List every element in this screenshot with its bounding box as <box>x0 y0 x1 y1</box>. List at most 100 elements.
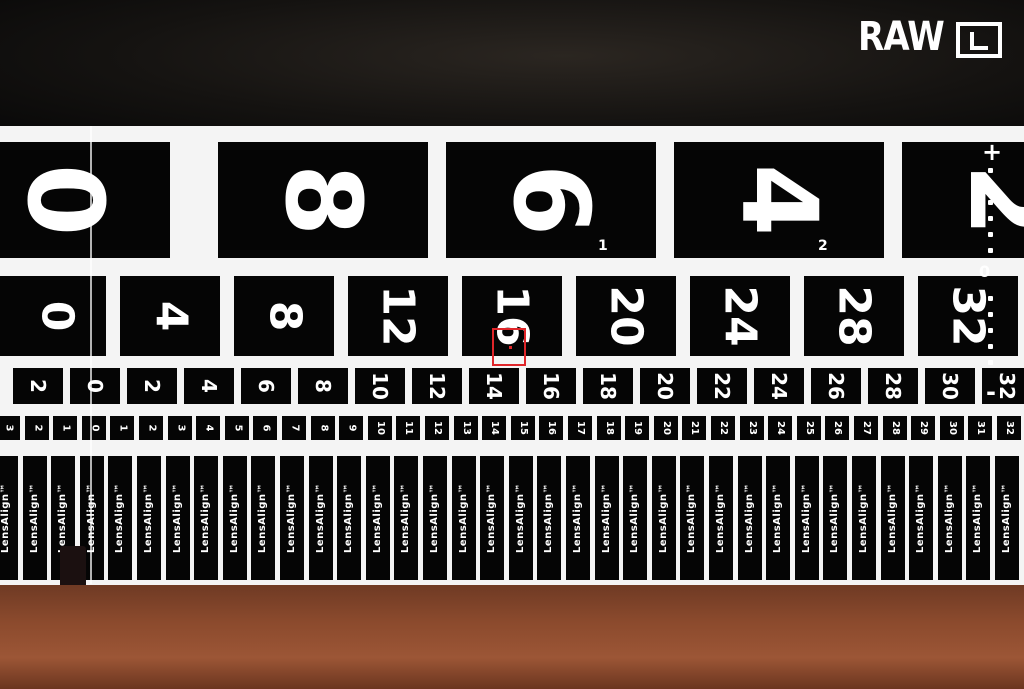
brand-strip-1: LensAlign™ <box>23 456 47 580</box>
large-mark-0: 0 <box>0 142 170 258</box>
fine-mark-16: 13 <box>454 416 478 440</box>
small-mark-11-label: 20 <box>653 372 677 400</box>
fine-mark-16-label: 13 <box>460 421 472 435</box>
fine-mark-10: 7 <box>282 416 306 440</box>
fine-mark-31-label: 28 <box>889 421 901 435</box>
fine-mark-35: 32 <box>997 416 1021 440</box>
fine-mark-30: 27 <box>854 416 878 440</box>
large-mark-0-label: 0 <box>4 163 126 237</box>
brand-strip-19-label: LensAlign™ <box>543 482 555 554</box>
small-mark-1-label: 0 <box>82 379 107 393</box>
medium-mark-6-label: 24 <box>714 285 766 347</box>
fine-mark-9-label: 6 <box>260 424 271 432</box>
brand-strip-33: LensAlign™ <box>938 456 962 580</box>
large-mark-3: 4 <box>674 142 884 258</box>
small-mark-9: 16 <box>526 368 576 404</box>
brand-strip-9: LensAlign™ <box>251 456 275 580</box>
brand-strip-9-label: LensAlign™ <box>257 482 269 554</box>
small-mark-14: 26 <box>811 368 861 404</box>
brand-strip-24: LensAlign™ <box>680 456 704 580</box>
brand-strip-34-label: LensAlign™ <box>972 482 984 554</box>
medium-mark-1: 4 <box>120 276 220 356</box>
exposure-scale-dot <box>988 248 993 253</box>
small-mark-16: 30 <box>925 368 975 404</box>
small-mark-11: 20 <box>640 368 690 404</box>
large-mark-2: 6 <box>446 142 656 258</box>
fine-mark-18-label: 15 <box>517 421 529 435</box>
medium-mark-2: 8 <box>234 276 334 356</box>
exposure-scale-dot <box>988 296 993 301</box>
brand-strip-12: LensAlign™ <box>337 456 361 580</box>
small-mark-8: 14 <box>469 368 519 404</box>
fine-mark-7-label: 4 <box>203 424 214 432</box>
small-mark-9-label: 16 <box>539 372 563 400</box>
brand-strip-8: LensAlign™ <box>223 456 247 580</box>
table-surface <box>0 585 1024 689</box>
medium-mark-0-label: 0 <box>31 300 82 332</box>
fine-mark-8-label: 5 <box>232 424 243 432</box>
brand-strip-34: LensAlign™ <box>966 456 990 580</box>
fine-mark-29: 26 <box>825 416 849 440</box>
brand-strip-13-label: LensAlign™ <box>372 482 384 554</box>
brand-strip-17: LensAlign™ <box>480 456 504 580</box>
small-mark-1: 0 <box>70 368 120 404</box>
fine-mark-7: 4 <box>196 416 220 440</box>
medium-mark-7-label: 28 <box>828 285 880 347</box>
large-mark-1-label: 8 <box>262 163 384 237</box>
small-mark-10: 18 <box>583 368 633 404</box>
brand-strip-28-label: LensAlign™ <box>801 482 813 554</box>
fine-mark-11: 8 <box>311 416 335 440</box>
small-mark-6: 10 <box>355 368 405 404</box>
small-mark-4-label: 6 <box>253 379 278 393</box>
brand-strip-35: LensAlign™ <box>995 456 1019 580</box>
exposure-scale-dot <box>988 344 993 349</box>
fine-mark-32: 29 <box>911 416 935 440</box>
brand-strip-31: LensAlign™ <box>881 456 905 580</box>
small-mark-3: 4 <box>184 368 234 404</box>
brand-strip-12-label: LensAlign™ <box>343 482 355 554</box>
brand-strip-5: LensAlign™ <box>137 456 161 580</box>
fine-mark-26: 23 <box>740 416 764 440</box>
fine-mark-1-label: 2 <box>32 424 43 432</box>
medium-mark-3: 12 <box>348 276 448 356</box>
brand-strip-14: LensAlign™ <box>394 456 418 580</box>
small-mark-6-label: 10 <box>368 372 392 400</box>
fine-mark-6: 3 <box>168 416 192 440</box>
fine-mark-28: 25 <box>797 416 821 440</box>
small-mark-0: 2 <box>13 368 63 404</box>
brand-strip-11-label: LensAlign™ <box>315 482 327 554</box>
small-mark-0-label: 2 <box>25 379 50 393</box>
large-mark-sub-2: 2 <box>818 238 828 254</box>
brand-strip-4: LensAlign™ <box>108 456 132 580</box>
brand-strip-15-label: LensAlign™ <box>429 482 441 554</box>
brand-strip-27-label: LensAlign™ <box>772 482 784 554</box>
large-mark-2-label: 6 <box>490 163 612 237</box>
exposure-zero-label: 0 <box>979 262 991 281</box>
fine-mark-28-label: 25 <box>803 421 815 435</box>
af-point-frame[interactable] <box>492 328 526 366</box>
fine-mark-19-label: 16 <box>545 421 557 435</box>
brand-strip-21-label: LensAlign™ <box>601 482 613 554</box>
fine-mark-21-label: 18 <box>603 421 615 435</box>
brand-strip-19: LensAlign™ <box>537 456 561 580</box>
fine-mark-14-label: 11 <box>402 421 414 435</box>
fine-mark-27-label: 24 <box>774 421 786 435</box>
brand-strip-4-label: LensAlign™ <box>114 482 126 554</box>
camera-viewfinder: 0864212 048121620242832 2024681012141618… <box>0 0 1024 689</box>
fine-mark-34-label: 31 <box>974 421 986 435</box>
fine-mark-22-label: 19 <box>631 421 643 435</box>
brand-strip-16: LensAlign™ <box>452 456 476 580</box>
brand-strip-33-label: LensAlign™ <box>944 482 956 554</box>
medium-mark-2-label: 8 <box>259 300 310 332</box>
brand-strip-28: LensAlign™ <box>795 456 819 580</box>
brand-strip-26: LensAlign™ <box>738 456 762 580</box>
small-mark-13-label: 24 <box>767 372 791 400</box>
large-mark-1: 8 <box>218 142 428 258</box>
fine-mark-5: 2 <box>139 416 163 440</box>
fine-mark-24: 21 <box>682 416 706 440</box>
brand-strip-18-label: LensAlign™ <box>515 482 527 554</box>
brand-strip-0: LensAlign™ <box>0 456 18 580</box>
small-mark-7-label: 12 <box>425 372 449 400</box>
brand-strip-20: LensAlign™ <box>566 456 590 580</box>
brand-strip-13: LensAlign™ <box>366 456 390 580</box>
